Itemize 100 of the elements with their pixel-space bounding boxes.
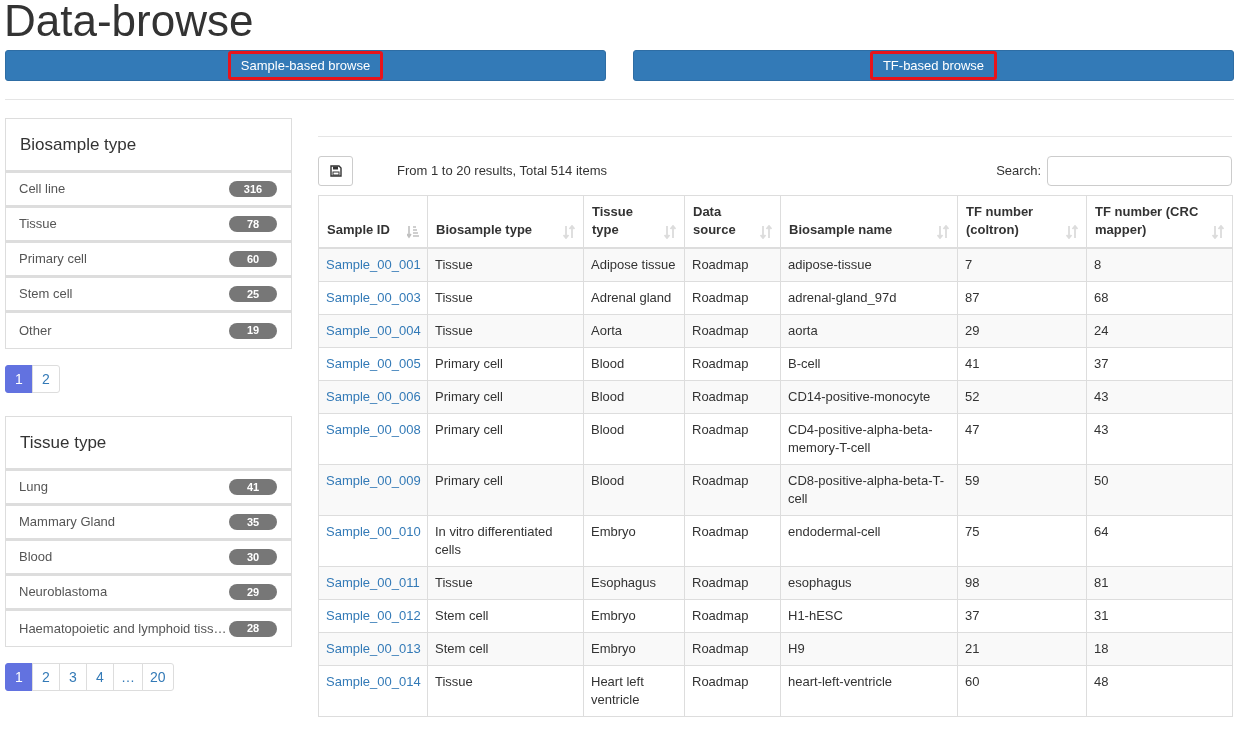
table-cell: Embryo bbox=[591, 524, 636, 539]
filter-item[interactable]: Mammary Gland 35 bbox=[6, 506, 291, 541]
count-badge: 30 bbox=[229, 549, 277, 565]
table-cell: 81 bbox=[1094, 575, 1109, 590]
table-cell: Roadmap bbox=[692, 524, 749, 539]
table-cell: Embryo bbox=[591, 608, 636, 623]
results-info: From 1 to 20 results, Total 514 items bbox=[397, 161, 608, 180]
table-cell: Roadmap bbox=[692, 575, 749, 590]
table-cell: 47 bbox=[965, 422, 980, 437]
table-cell: adipose-tissue bbox=[788, 257, 872, 272]
table-cell: 43 bbox=[1094, 389, 1109, 404]
table-cell: Aorta bbox=[591, 323, 623, 338]
table-cell: Tissue bbox=[435, 674, 473, 689]
table-cell: Blood bbox=[591, 356, 625, 371]
page-button[interactable]: 1 bbox=[5, 663, 33, 691]
table-cell: heart-left-ventricle bbox=[788, 674, 893, 689]
table-cell: Roadmap bbox=[692, 641, 749, 656]
table-cell: CD14-positive-monocyte bbox=[788, 389, 931, 404]
table-cell: CD4-positive-alpha-beta-memory-T-cell bbox=[788, 422, 933, 455]
table-cell: Primary cell bbox=[435, 356, 503, 371]
table-cell: 60 bbox=[965, 674, 980, 689]
table-cell: Roadmap bbox=[692, 422, 749, 437]
filter-item[interactable]: Blood 30 bbox=[6, 541, 291, 576]
table-cell: 18 bbox=[1094, 641, 1109, 656]
filter-item[interactable]: Other 19 bbox=[6, 313, 291, 348]
search-label: Search: bbox=[996, 161, 1041, 180]
table-cell: Tissue bbox=[435, 290, 473, 305]
table-cell: Roadmap bbox=[692, 674, 749, 689]
table-cell: CD8-positive-alpha-beta-T-cell bbox=[788, 473, 945, 506]
table-cell: 31 bbox=[1094, 608, 1109, 623]
table-cell: Blood bbox=[591, 422, 625, 437]
filter-item[interactable]: Cell line 316 bbox=[6, 173, 291, 208]
table-cell: 50 bbox=[1094, 473, 1109, 488]
table-cell: Tissue bbox=[435, 323, 473, 338]
count-badge: 316 bbox=[229, 181, 277, 197]
count-badge: 29 bbox=[229, 584, 277, 600]
page-button[interactable]: 4 bbox=[86, 663, 114, 691]
table-cell: 87 bbox=[965, 290, 980, 305]
filter-item[interactable]: Tissue 78 bbox=[6, 208, 291, 243]
filter-item[interactable]: Primary cell 60 bbox=[6, 243, 291, 278]
page-button[interactable]: 20 bbox=[142, 663, 174, 691]
table-cell: 8 bbox=[1094, 257, 1102, 272]
panel-title: Tissue type bbox=[20, 431, 107, 454]
table-cell: aorta bbox=[788, 323, 818, 338]
table-cell: 75 bbox=[965, 524, 980, 539]
table-cell: 7 bbox=[965, 257, 973, 272]
table-cell: 37 bbox=[1094, 356, 1109, 371]
table-cell: Roadmap bbox=[692, 356, 749, 371]
table-cell: In vitro differentiated cells bbox=[435, 524, 553, 557]
table-cell: Stem cell bbox=[435, 608, 489, 623]
filter-item[interactable]: Haematopoietic and lymphoid tiss… 28 bbox=[6, 611, 291, 646]
table-cell: Blood bbox=[591, 389, 625, 404]
table-cell: 64 bbox=[1094, 524, 1109, 539]
search-field[interactable] bbox=[1047, 155, 1232, 186]
browse-button[interactable]: TF-based browse bbox=[633, 50, 1234, 81]
table-cell: Adrenal gland bbox=[591, 290, 672, 305]
page-button[interactable]: … bbox=[113, 663, 143, 691]
page-button[interactable]: 2 bbox=[32, 663, 60, 691]
table-cell: Primary cell bbox=[435, 389, 503, 404]
count-badge: 19 bbox=[229, 322, 277, 339]
count-badge: 35 bbox=[229, 514, 277, 530]
table-cell: 43 bbox=[1094, 422, 1109, 437]
table-cell: Heart left ventricle bbox=[591, 674, 644, 707]
filter-item[interactable]: Lung 41 bbox=[6, 471, 291, 506]
browse-button[interactable]: Sample-based browse bbox=[5, 50, 606, 81]
filter-item[interactable]: Stem cell 25 bbox=[6, 278, 291, 313]
filter-item[interactable]: Neuroblastoma 29 bbox=[6, 576, 291, 611]
panel-title: Biosample type bbox=[20, 133, 137, 156]
count-badge: 25 bbox=[229, 286, 277, 302]
table-cell: 29 bbox=[965, 323, 980, 338]
table-cell: Roadmap bbox=[692, 290, 749, 305]
save-button[interactable] bbox=[318, 155, 353, 186]
table-cell: Esophagus bbox=[591, 575, 657, 590]
page-button[interactable]: 3 bbox=[59, 663, 87, 691]
table-cell: Roadmap bbox=[692, 323, 749, 338]
table-cell: 37 bbox=[965, 608, 980, 623]
table-cell: Roadmap bbox=[692, 608, 749, 623]
table-cell: 98 bbox=[965, 575, 980, 590]
page-button[interactable]: 1 bbox=[5, 365, 33, 393]
table-cell: 48 bbox=[1094, 674, 1109, 689]
table-cell: endodermal-cell bbox=[788, 524, 881, 539]
table-cell: Stem cell bbox=[435, 641, 489, 656]
page-button[interactable]: 2 bbox=[32, 365, 60, 393]
table-cell: 21 bbox=[965, 641, 980, 656]
table-cell: Tissue bbox=[435, 257, 473, 272]
count-badge: 78 bbox=[229, 216, 277, 232]
table-cell: Roadmap bbox=[692, 473, 749, 488]
table-cell: 41 bbox=[965, 356, 980, 371]
table-cell: H1-hESC bbox=[788, 608, 843, 623]
count-badge: 60 bbox=[229, 251, 277, 267]
table-cell: Tissue bbox=[435, 575, 473, 590]
table-cell: Roadmap bbox=[692, 257, 749, 272]
table-cell: 52 bbox=[965, 389, 980, 404]
table-cell: Blood bbox=[591, 473, 625, 488]
table-cell: Roadmap bbox=[692, 389, 749, 404]
table-cell: Primary cell bbox=[435, 422, 503, 437]
table-cell: Embryo bbox=[591, 641, 636, 656]
table-cell: H9 bbox=[788, 641, 805, 656]
table-cell: Adipose tissue bbox=[591, 257, 676, 272]
table-cell: Primary cell bbox=[435, 473, 503, 488]
